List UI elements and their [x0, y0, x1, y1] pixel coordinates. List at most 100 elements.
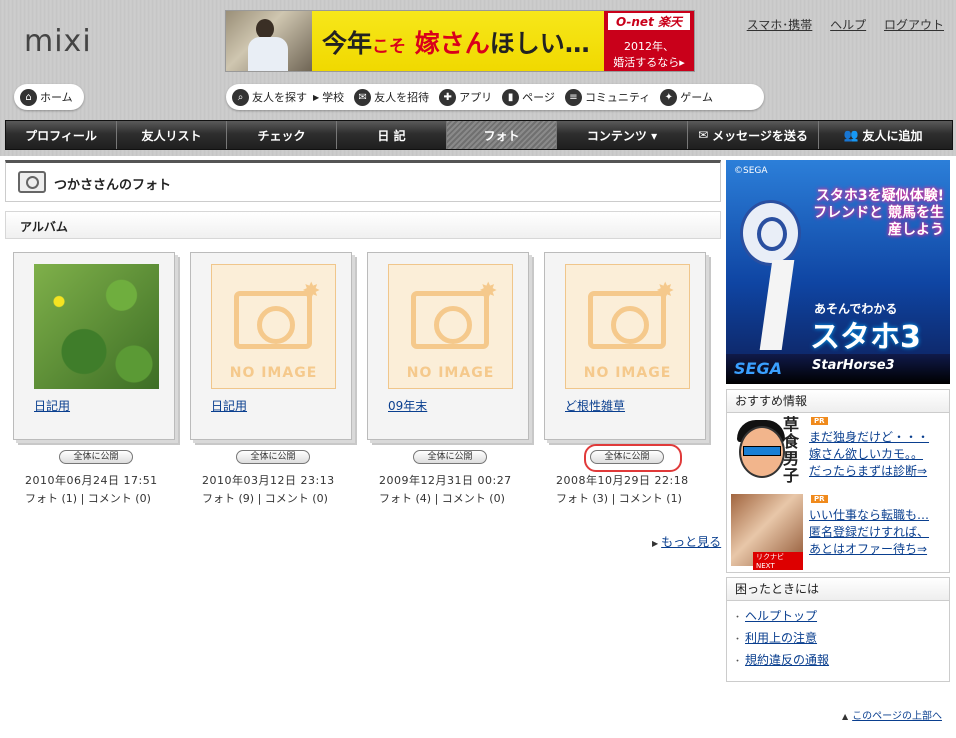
pr-badge: PR [811, 495, 828, 503]
banner-cta[interactable]: O-net 楽天 2012年、 婚活するなら▸ [604, 11, 694, 71]
banner-headline: 今年こそ 嫁さんほしい… [322, 29, 590, 58]
send-message-button[interactable]: ✉ メッセージを送る [688, 121, 819, 149]
arrow-right-icon: ▶ [313, 92, 320, 102]
recommend-image[interactable]: リクナビNEXT [731, 494, 803, 570]
header: mixi 今年こそ 嫁さんほしい… O-net 楽天 2012年、 婚活するなら… [0, 0, 956, 156]
recommend-image-tag: リクナビNEXT [753, 552, 803, 570]
recommend-link[interactable]: だったらまずは診断⇒ [809, 463, 929, 480]
smartphone-link[interactable]: スマホ･携帯 [747, 18, 813, 32]
recommend-heading: おすすめ情報 [727, 390, 949, 413]
tab-profile[interactable]: プロフィール [6, 121, 117, 149]
search-friends-button[interactable]: ⌕ 友人を探す [232, 88, 307, 106]
help-box: 困ったときには ・ヘルプトップ ・利用上の注意 ・規約違反の通報 [726, 577, 950, 682]
side-ad-banner[interactable]: ©SEGA スタホ3を疑似体験! フレンドと 競馬を生産しよう あそんでわかる … [726, 160, 950, 384]
recommend-image[interactable]: 草食男子 [731, 416, 803, 488]
invite-button[interactable]: ✉ 友人を招待 [354, 88, 429, 106]
recommend-link[interactable]: 嫁さん欲しいカモ。。 [809, 446, 929, 463]
album-thumbnail[interactable] [34, 264, 159, 389]
arrow-up-icon: ▲ [842, 712, 849, 721]
people-icon: 👥 [843, 128, 859, 142]
album-section-header: アルバム [5, 211, 721, 239]
arrow-right-icon: ▶ [652, 539, 659, 548]
search-icon: ⌕ [232, 88, 249, 106]
album-title[interactable]: 09年末 [388, 397, 427, 414]
logout-link[interactable]: ログアウト [884, 18, 944, 32]
album-date: 2008年10月29日 22:18 [556, 474, 689, 487]
mixi-logo[interactable]: mixi [24, 24, 92, 59]
help-link[interactable]: ヘルプ [830, 18, 866, 32]
visibility-badge: 全体に公開 [59, 450, 133, 464]
speech-bubble-icon: ≡ [564, 88, 582, 106]
recommend-link[interactable]: まだ独身だけど・・・ [809, 429, 929, 446]
top-links: スマホ･携帯 ヘルプ ログアウト [733, 16, 944, 33]
recommend-image-tag: 草食男子 [783, 415, 800, 485]
no-image-camera-icon [411, 291, 489, 349]
help-top-link[interactable]: ヘルプトップ [745, 609, 817, 623]
visibility-badge: 全体に公開 [413, 450, 487, 464]
add-friend-button[interactable]: 👥 友人に追加 [819, 121, 947, 149]
tools-bar: ⌕ 友人を探す ▶ 学校 ✉ 友人を招待 ✚ アプリ ▮ ページ ≡ コミュニテ… [226, 84, 764, 110]
help-heading: 困ったときには [727, 578, 949, 601]
album-frame: ✸ NO IMAGE 日記用 [190, 252, 352, 440]
album-counts: フォト (4) | コメント (0) [379, 492, 505, 505]
bullet-icon: ・ [733, 635, 743, 645]
album-title[interactable]: 日記用 [211, 397, 247, 414]
album-thumbnail[interactable]: ✸ NO IMAGE [211, 264, 336, 389]
recommend-link[interactable]: いい仕事なら転職も… [809, 507, 929, 524]
mail-icon: ✉ [698, 128, 709, 142]
album-title[interactable]: 日記用 [34, 397, 70, 414]
album-counts: フォト (9) | コメント (0) [202, 492, 328, 505]
album-thumbnail[interactable]: ✸ NO IMAGE [388, 264, 513, 389]
report-violation-link[interactable]: 規約違反の通報 [745, 653, 829, 667]
puzzle-icon: ✚ [439, 88, 457, 106]
community-button[interactable]: ≡ コミュニティ [564, 88, 650, 106]
ad-title: スタホ3 [810, 320, 921, 355]
bullet-icon: ・ [733, 613, 743, 623]
tab-check[interactable]: チェック [227, 121, 337, 149]
pr-badge: PR [811, 417, 828, 425]
album-counts: フォト (3) | コメント (1) [556, 492, 682, 505]
album-counts: フォト (1) | コメント (0) [25, 492, 151, 505]
home-icon: ⌂ [20, 88, 37, 106]
album-frame: ✸ NO IMAGE ど根性雑草 [544, 252, 706, 440]
visibility-badge: 全体に公開 [236, 450, 310, 464]
album-title[interactable]: ど根性雑草 [565, 397, 625, 414]
album-date: 2009年12月31日 00:27 [379, 474, 512, 487]
tab-contents[interactable]: コンテンツ ▾ [557, 121, 688, 149]
tab-photo[interactable]: フォト [447, 121, 557, 149]
album-date: 2010年03月12日 23:13 [202, 474, 335, 487]
recommend-item: 草食男子 PR まだ独身だけど・・・ 嫁さん欲しいカモ。。 だったらまずは診断⇒ [731, 416, 945, 488]
recommend-link[interactable]: あとはオファー待ち⇒ [809, 541, 929, 558]
no-image-camera-icon [588, 291, 666, 349]
tab-friends[interactable]: 友人リスト [117, 121, 227, 149]
home-button[interactable]: ⌂ ホーム [14, 84, 84, 110]
sega-logo: SEGA [734, 359, 782, 378]
album-date: 2010年06月24日 17:51 [25, 474, 158, 487]
tab-diary[interactable]: 日 記 [337, 121, 447, 149]
terms-notice-link[interactable]: 利用上の注意 [745, 631, 817, 645]
back-to-top-link[interactable]: ▲ このページの上部へ [842, 707, 942, 722]
bullet-icon: ・ [733, 657, 743, 667]
camera-icon [18, 171, 46, 193]
horse-mascot-image [740, 200, 801, 266]
album-heading: アルバム [20, 220, 68, 234]
top-ad-banner[interactable]: 今年こそ 嫁さんほしい… O-net 楽天 2012年、 婚活するなら▸ [225, 10, 695, 72]
starhorse-logo: StarHorse3 [812, 358, 895, 373]
album-frame: 日記用 [13, 252, 175, 440]
recommend-item: リクナビNEXT PR いい仕事なら転職も… 匿名登録だけすれば、 あとはオファ… [731, 494, 945, 570]
ad-promo-text: スタホ3を疑似体験! フレンドと 競馬を生産しよう [813, 188, 944, 238]
visibility-badge: 全体に公開 [590, 450, 664, 464]
album-thumbnail[interactable]: ✸ NO IMAGE [565, 264, 690, 389]
recommend-box: おすすめ情報 草食男子 PR まだ独身だけど・・・ 嫁さん欲しいカモ。。 だった… [726, 389, 950, 573]
more-link[interactable]: ▶ もっと見る [648, 533, 721, 550]
pages-button[interactable]: ▮ ページ [502, 88, 555, 106]
recommend-link[interactable]: 匿名登録だけすれば、 [809, 524, 929, 541]
school-link[interactable]: ▶ 学校 [309, 89, 344, 105]
mail-icon: ✉ [354, 88, 372, 106]
apps-button[interactable]: ✚ アプリ [439, 88, 492, 106]
games-button[interactable]: ✦ ゲーム [660, 88, 713, 106]
bookmark-icon: ▮ [502, 88, 520, 106]
album-frame: ✸ NO IMAGE 09年末 [367, 252, 529, 440]
main-nav: プロフィール 友人リスト チェック 日 記 フォト コンテンツ ▾ ✉ メッセー… [5, 120, 953, 150]
gamepad-icon: ✦ [660, 88, 678, 106]
